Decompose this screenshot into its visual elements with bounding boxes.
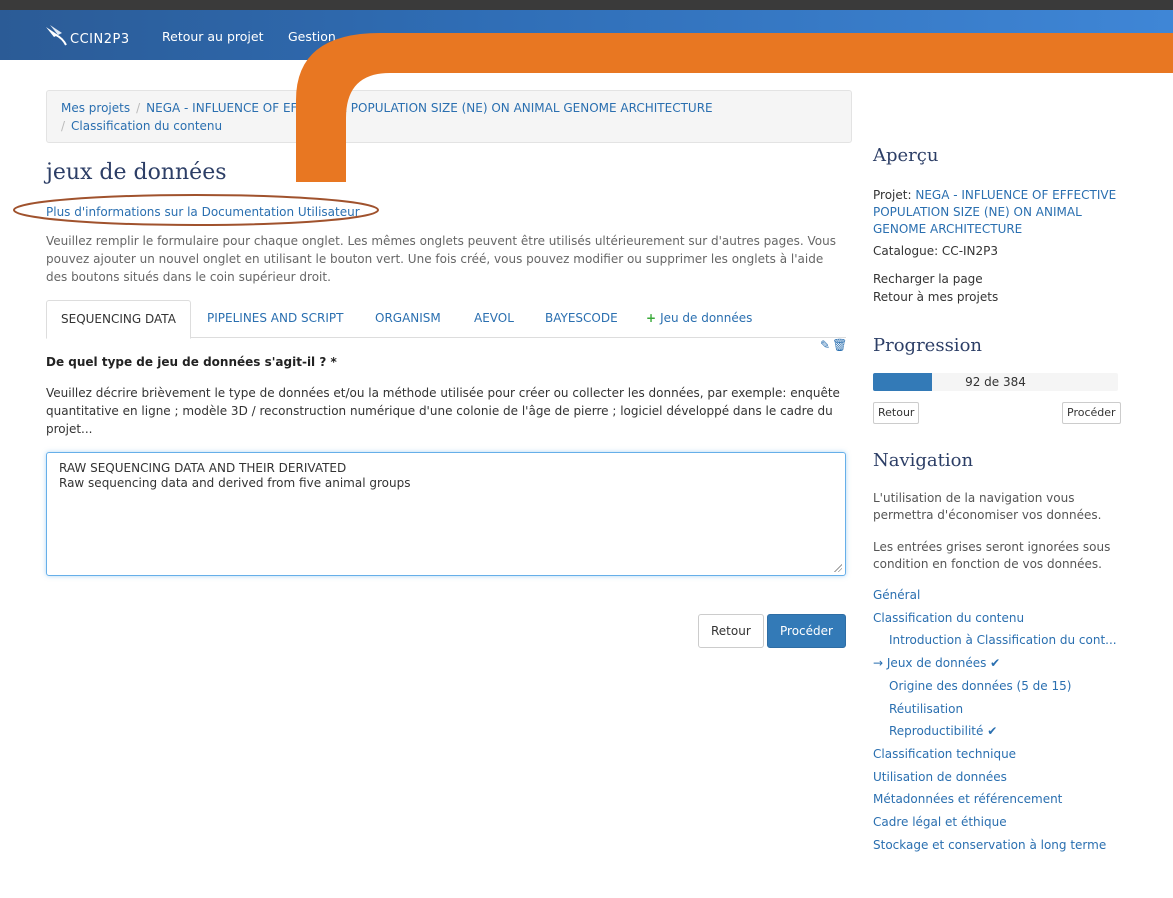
callout-overlay [13, 33, 1173, 226]
callout-ellipse [13, 194, 379, 226]
callout-arrow-shape [296, 33, 1173, 182]
